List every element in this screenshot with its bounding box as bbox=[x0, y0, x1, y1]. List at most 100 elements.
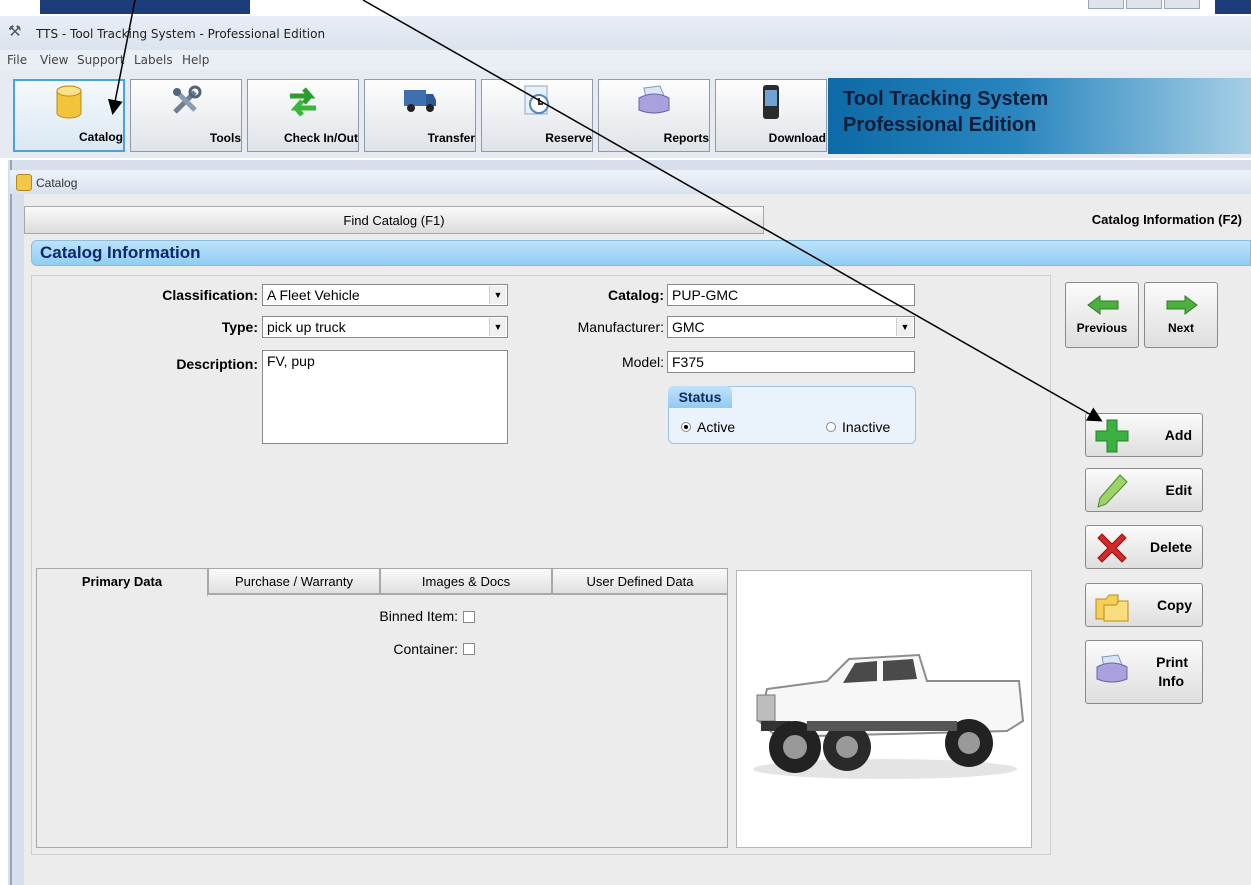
tab-catalog-information[interactable]: Catalog Information (F2) bbox=[1020, 206, 1250, 234]
type-select[interactable]: pick up truck ▼ bbox=[262, 316, 508, 338]
download-button[interactable]: Download bbox=[715, 79, 827, 152]
background-window-bar bbox=[40, 0, 250, 14]
previous-label: Previous bbox=[1076, 321, 1128, 335]
add-label: Add bbox=[1164, 427, 1192, 443]
tools-button[interactable]: Tools bbox=[130, 79, 242, 152]
reserve-button-label: Reserve bbox=[545, 131, 592, 145]
folder-copy-icon bbox=[1095, 594, 1129, 622]
menu-help[interactable]: Help bbox=[182, 53, 209, 67]
next-button[interactable]: Next bbox=[1144, 282, 1218, 348]
tab-purchase-warranty[interactable]: Purchase / Warranty bbox=[208, 568, 380, 594]
section-title: Catalog Information bbox=[40, 243, 201, 262]
add-button[interactable]: Add bbox=[1085, 413, 1203, 457]
classification-label: Classification: bbox=[162, 287, 258, 303]
top-strip bbox=[0, 0, 1251, 16]
catalog-window-titlebar bbox=[10, 170, 1251, 194]
reserve-button[interactable]: Reserve bbox=[481, 79, 593, 152]
catalog-window-title: Catalog bbox=[36, 176, 78, 190]
minimize-control[interactable] bbox=[1088, 0, 1124, 9]
description-label: Description: bbox=[176, 356, 258, 372]
delete-x-icon bbox=[1097, 533, 1127, 563]
close-control[interactable] bbox=[1164, 0, 1200, 9]
model-input[interactable]: F375 bbox=[667, 351, 915, 373]
catalog-button[interactable]: Catalog bbox=[13, 79, 125, 152]
truck-icon bbox=[365, 84, 475, 120]
banner-title: Tool Tracking System bbox=[843, 88, 1049, 110]
chevron-down-icon[interactable]: ▼ bbox=[489, 286, 506, 304]
status-active-label[interactable]: Active bbox=[697, 419, 735, 435]
status-title: Status bbox=[668, 386, 732, 408]
catalog-button-label: Catalog bbox=[78, 130, 123, 144]
printer-icon bbox=[599, 84, 709, 120]
maximize-control[interactable] bbox=[1126, 0, 1162, 9]
binned-item-label: Binned Item: bbox=[379, 608, 458, 624]
binned-item-checkbox[interactable] bbox=[463, 611, 475, 623]
classification-select[interactable]: A Fleet Vehicle ▼ bbox=[262, 284, 508, 306]
tab-find-catalog[interactable]: Find Catalog (F1) bbox=[24, 206, 764, 234]
edit-button[interactable]: Edit bbox=[1085, 468, 1203, 512]
classification-value: A Fleet Vehicle bbox=[267, 287, 360, 303]
container-checkbox[interactable] bbox=[463, 643, 475, 655]
check-in-out-button-label: Check In/Out bbox=[283, 131, 358, 145]
catalog-input[interactable]: PUP-GMC bbox=[667, 284, 915, 306]
info-label: Info bbox=[1158, 673, 1184, 689]
delete-label: Delete bbox=[1149, 539, 1192, 555]
transfer-button[interactable]: Transfer bbox=[364, 79, 476, 152]
status-active-radio[interactable] bbox=[681, 422, 691, 432]
manufacturer-label: Manufacturer: bbox=[577, 319, 664, 335]
container-label: Container: bbox=[393, 641, 458, 657]
chevron-down-icon[interactable]: ▼ bbox=[489, 318, 506, 336]
model-label: Model: bbox=[621, 354, 664, 370]
print-label: Print bbox=[1156, 654, 1188, 670]
catalog-window-icon bbox=[16, 174, 32, 191]
copy-label: Copy bbox=[1157, 597, 1192, 613]
download-button-label: Download bbox=[768, 131, 826, 145]
edit-label: Edit bbox=[1165, 482, 1192, 498]
previous-button[interactable]: Previous bbox=[1065, 282, 1139, 348]
banner-subtitle: Professional Edition bbox=[843, 114, 1037, 136]
status-inactive-radio[interactable] bbox=[826, 422, 836, 432]
transfer-button-label: Transfer bbox=[427, 131, 475, 145]
delete-button[interactable]: Delete bbox=[1085, 525, 1203, 569]
clock-icon bbox=[482, 84, 592, 120]
database-icon bbox=[15, 85, 123, 121]
reports-button-label: Reports bbox=[663, 131, 709, 145]
pencil-icon bbox=[1097, 474, 1128, 508]
background-window-bar-right bbox=[1215, 0, 1251, 14]
chevron-down-icon[interactable]: ▼ bbox=[896, 318, 913, 336]
reports-button[interactable]: Reports bbox=[598, 79, 710, 152]
catalog-image-frame bbox=[736, 570, 1032, 848]
catalog-label: Catalog: bbox=[608, 287, 664, 303]
arrow-right-icon bbox=[1166, 295, 1198, 315]
app-tools-icon: ⚒ bbox=[8, 23, 22, 40]
status-inactive-label[interactable]: Inactive bbox=[842, 419, 890, 435]
copy-button[interactable]: Copy bbox=[1085, 583, 1203, 627]
mobile-device-icon bbox=[716, 84, 826, 120]
type-value: pick up truck bbox=[267, 319, 346, 335]
exchange-arrows-icon bbox=[248, 84, 358, 120]
window-border bbox=[10, 160, 12, 885]
tab-images-docs[interactable]: Images & Docs bbox=[380, 568, 552, 594]
tab-primary-data-active[interactable]: Primary Data bbox=[36, 568, 208, 596]
window-title: TTS - Tool Tracking System - Professiona… bbox=[36, 27, 326, 41]
menu-view[interactable]: View bbox=[40, 53, 68, 67]
menu-labels[interactable]: Labels bbox=[134, 53, 173, 67]
arrow-left-icon bbox=[1087, 295, 1119, 315]
print-info-button[interactable]: Print Info bbox=[1085, 640, 1203, 704]
pickup-truck-image bbox=[753, 653, 1025, 779]
manufacturer-value: GMC bbox=[672, 319, 705, 335]
tab-user-defined-data[interactable]: User Defined Data bbox=[552, 568, 728, 594]
description-textarea[interactable]: FV, pup bbox=[262, 350, 508, 444]
type-label: Type: bbox=[221, 319, 258, 335]
printer-icon bbox=[1096, 654, 1128, 683]
tools-button-label: Tools bbox=[209, 131, 241, 145]
plus-icon bbox=[1095, 419, 1129, 453]
menu-support[interactable]: Support bbox=[77, 53, 124, 67]
primary-data-panel bbox=[36, 594, 728, 848]
menu-file[interactable]: File bbox=[7, 53, 27, 67]
tools-icon bbox=[131, 84, 241, 120]
manufacturer-select[interactable]: GMC ▼ bbox=[667, 316, 915, 338]
section-header bbox=[31, 240, 1251, 266]
next-label: Next bbox=[1167, 321, 1194, 335]
check-in-out-button[interactable]: Check In/Out bbox=[247, 79, 359, 152]
